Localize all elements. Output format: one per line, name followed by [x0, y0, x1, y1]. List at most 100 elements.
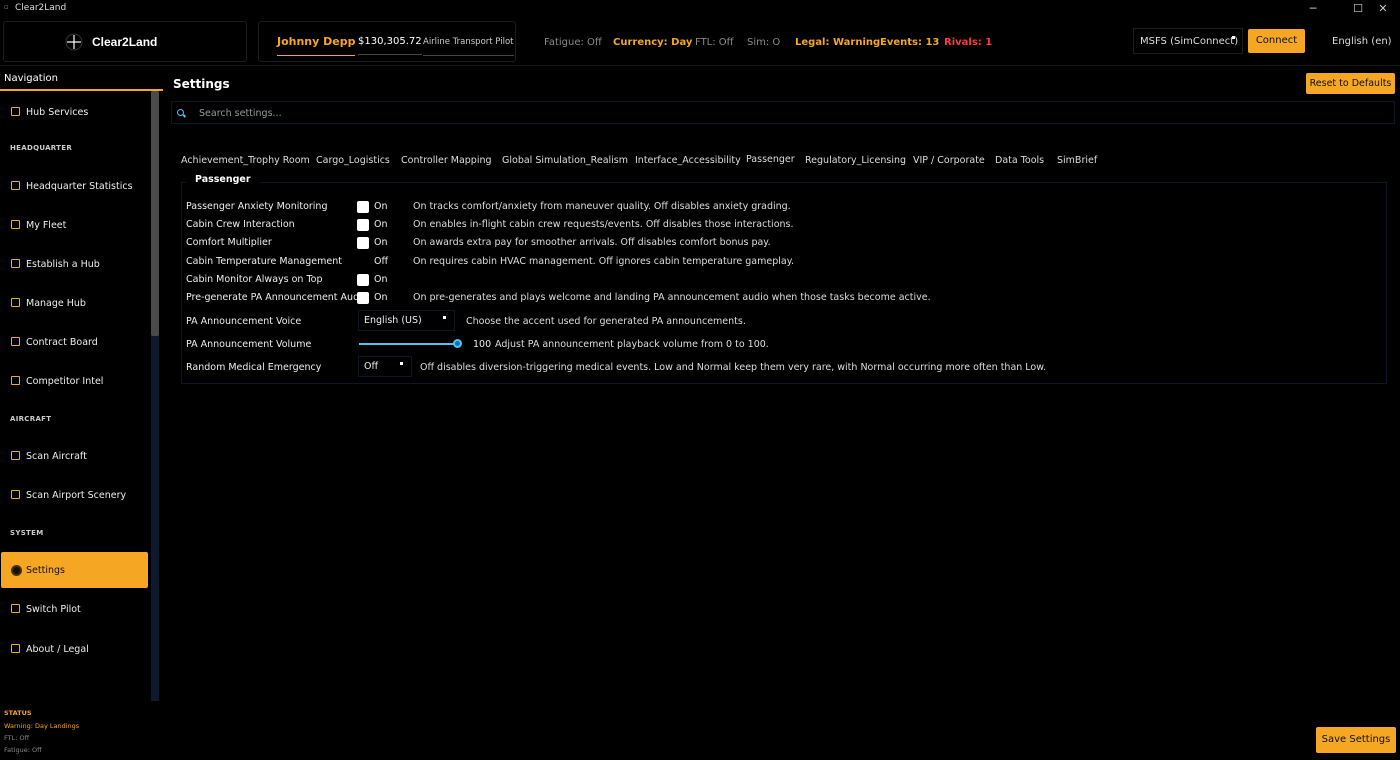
- sidebar-item-label: Settings: [26, 565, 65, 576]
- pa-voice-select[interactable]: English (US): [358, 310, 455, 331]
- pa-volume-slider-handle[interactable]: [453, 339, 462, 348]
- pa-volume-value: 100: [473, 339, 492, 350]
- sidebar-item-label: Competitor Intel: [26, 376, 104, 387]
- sidebar-item-label: Scan Airport Scenery: [26, 490, 127, 501]
- setting-label: Random Medical Emergency: [186, 362, 322, 373]
- setting-label: Passenger Anxiety Monitoring: [186, 201, 328, 212]
- comfort-multiplier-checkbox[interactable]: [357, 237, 369, 249]
- sidebar-item-settings[interactable]: Settings: [1, 552, 148, 588]
- setting-description: Adjust PA announcement playback volume f…: [495, 339, 769, 350]
- sidebar-item-label: Scan Aircraft: [26, 451, 87, 462]
- tab-controller-mapping[interactable]: Controller Mapping: [401, 155, 492, 166]
- setting-description: On tracks comfort/anxiety from maneuver …: [413, 201, 791, 212]
- cabin-monitor-on-top-checkbox[interactable]: [357, 274, 369, 286]
- checkbox-state: On: [374, 292, 388, 303]
- setting-label: Cabin Crew Interaction: [186, 219, 295, 230]
- sidebar-item-label: My Fleet: [26, 220, 67, 231]
- dropdown-indicator-icon: [443, 316, 446, 319]
- setting-label: Comfort Multiplier: [186, 237, 272, 248]
- page-title: Settings: [173, 77, 230, 91]
- checkbox-state: Off: [374, 256, 389, 267]
- language-select[interactable]: English (en): [1332, 36, 1392, 47]
- sim-select[interactable]: MSFS (SimConnect): [1133, 28, 1243, 54]
- logo-text: Clear2Land: [92, 35, 158, 49]
- sidebar-item-label: Switch Pilot: [26, 604, 81, 615]
- dropdown-indicator-icon: [400, 362, 403, 365]
- gear-icon: [13, 567, 20, 574]
- close-button[interactable]: ✕: [1366, 0, 1400, 18]
- tab-interface-accessibility[interactable]: Interface_Accessibility: [635, 155, 741, 166]
- tab-data-tools[interactable]: Data Tools: [995, 155, 1044, 166]
- save-settings-button[interactable]: Save Settings: [1316, 727, 1396, 753]
- grid-icon: [11, 181, 20, 190]
- setting-label: PA Announcement Voice: [186, 316, 302, 327]
- setting-description: On requires cabin HVAC management. Off i…: [413, 256, 794, 267]
- cabin-temperature-checkbox[interactable]: [357, 256, 369, 268]
- setting-description: Choose the accent used for generated PA …: [466, 316, 746, 327]
- crosshair-icon: [65, 33, 83, 51]
- tab-regulatory-licensing[interactable]: Regulatory_Licensing: [805, 155, 906, 166]
- sidebar-item-establish-hub[interactable]: Establish a Hub: [1, 246, 148, 282]
- sidebar-item-label: Hub Services: [26, 107, 89, 118]
- pa-volume-slider-track[interactable]: [359, 343, 457, 345]
- window-title: Clear2Land: [15, 3, 67, 13]
- search-input[interactable]: [199, 106, 799, 120]
- sidebar-scroll-thumb[interactable]: [151, 91, 159, 336]
- sidebar-item-manage-hub[interactable]: Manage Hub: [1, 285, 148, 321]
- sidebar-item-my-fleet[interactable]: My Fleet: [1, 207, 148, 243]
- tab-achievement-trophy-room[interactable]: Achievement_Trophy Room: [181, 155, 310, 166]
- sidebar-item-switch-pilot[interactable]: Switch Pilot: [1, 591, 148, 627]
- tab-global-simulation-realism[interactable]: Global Simulation_Realism: [502, 155, 628, 166]
- minimize-button[interactable]: ─: [1296, 0, 1330, 18]
- reset-defaults-button[interactable]: Reset to Defaults: [1306, 73, 1395, 94]
- title-bar: ▫ Clear2Land ─ ☐ ✕: [0, 0, 1400, 18]
- connect-button[interactable]: Connect: [1248, 29, 1305, 53]
- building-icon: [11, 298, 20, 307]
- setting-label: Pre-generate PA Announcement Audio: [186, 292, 368, 303]
- logo: Clear2Land: [3, 21, 247, 62]
- passenger-anxiety-checkbox[interactable]: [357, 201, 369, 213]
- medical-emergency-select[interactable]: Off: [358, 356, 412, 377]
- sidebar-item-scan-aircraft[interactable]: Scan Aircraft: [1, 438, 148, 474]
- sidebar-item-contract-board[interactable]: Contract Board: [1, 324, 148, 360]
- clipboard-icon: [11, 337, 20, 346]
- tab-simbrief[interactable]: SimBrief: [1057, 155, 1097, 166]
- tab-passenger[interactable]: Passenger: [746, 154, 795, 165]
- sidebar: Navigation Hub Services HEADQUARTER Head…: [0, 66, 163, 760]
- setting-label: PA Announcement Volume: [186, 339, 312, 350]
- pilot-name[interactable]: Johnny Depp: [277, 35, 356, 56]
- legal-status: Legal: Warning: [795, 37, 881, 48]
- hangar-icon: [11, 220, 20, 229]
- pregenerate-pa-audio-checkbox[interactable]: [357, 292, 369, 304]
- sidebar-status-fatigue: Fatigue: Off: [4, 746, 42, 754]
- sidebar-item-label: Manage Hub: [26, 298, 86, 309]
- nav-header: Navigation: [0, 69, 163, 91]
- sidebar-item-about-legal[interactable]: About / Legal: [1, 631, 148, 667]
- dropdown-indicator-icon: [1232, 36, 1235, 39]
- section-headquarter: HEADQUARTER: [10, 144, 73, 152]
- info-icon: [11, 644, 20, 653]
- sidebar-item-label: Establish a Hub: [26, 259, 100, 270]
- grid-icon: [11, 376, 20, 385]
- fatigue-status: Fatigue: Off: [544, 37, 602, 48]
- setting-label: Cabin Temperature Management: [186, 256, 342, 267]
- tab-cargo-logistics[interactable]: Cargo_Logistics: [316, 155, 390, 166]
- status-strip: Fatigue: Off Currency: Day FTL: Off Sim:…: [526, 21, 1114, 62]
- sidebar-item-scan-airport-scenery[interactable]: Scan Airport Scenery: [1, 477, 148, 513]
- currency-status: Currency: Day: [613, 37, 693, 48]
- sidebar-item-competitor-intel[interactable]: Competitor Intel: [1, 363, 148, 399]
- setting-description: On awards extra pay for smoother arrival…: [413, 237, 771, 248]
- sidebar-item-hub-services[interactable]: Hub Services: [1, 94, 148, 130]
- checkbox-state: On: [374, 201, 388, 212]
- events-status: Events: 13: [880, 37, 940, 48]
- tab-vip-corporate[interactable]: VIP / Corporate: [913, 155, 985, 166]
- ftl-status: FTL: Off: [695, 37, 734, 48]
- group-title: Passenger: [186, 174, 260, 185]
- settings-page: Settings Reset to Defaults Achievement_T…: [163, 66, 1400, 760]
- sidebar-item-label: About / Legal: [26, 644, 89, 655]
- pilot-card: Johnny Depp $130,305.72 Airline Transpor…: [258, 21, 516, 62]
- cabin-crew-checkbox[interactable]: [357, 219, 369, 231]
- sidebar-item-headquarter-statistics[interactable]: Headquarter Statistics: [1, 168, 148, 204]
- setting-description: On pre-generates and plays welcome and l…: [413, 292, 931, 303]
- pilot-balance: $130,305.72: [358, 36, 422, 55]
